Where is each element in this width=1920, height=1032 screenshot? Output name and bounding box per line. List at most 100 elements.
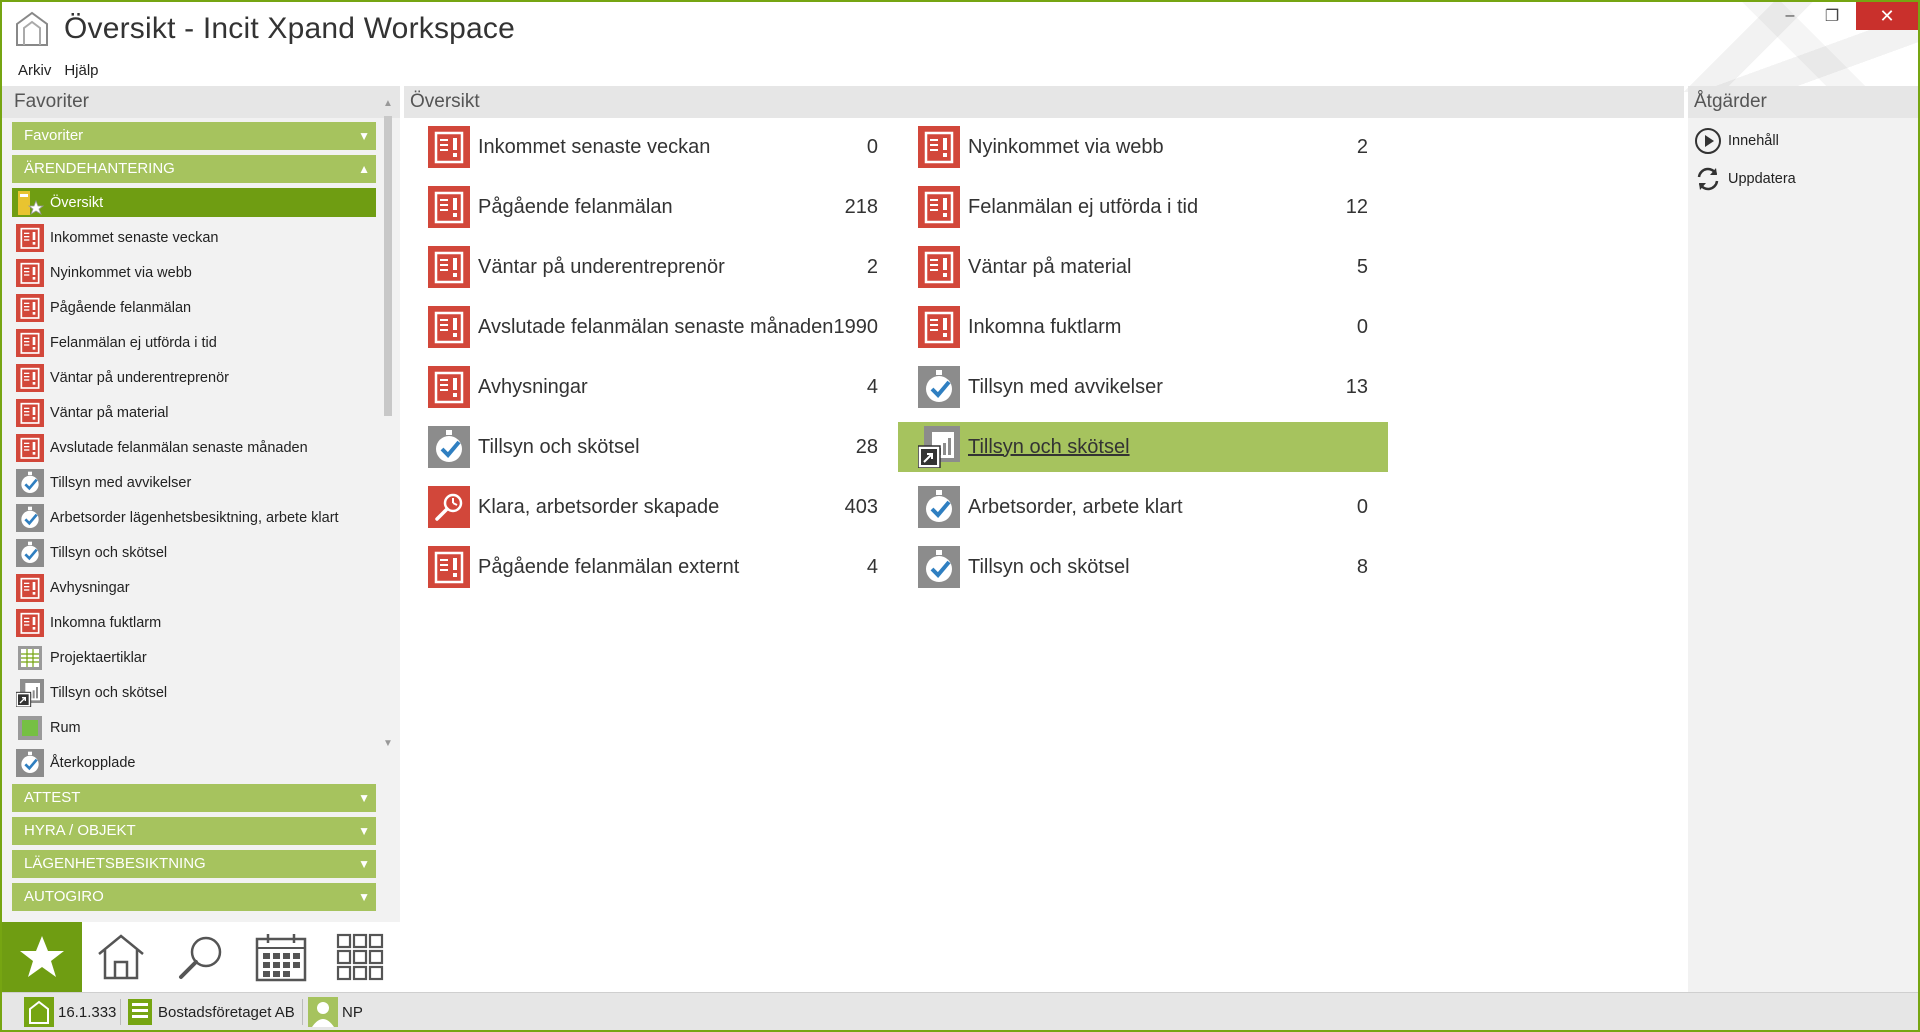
report-icon	[16, 398, 44, 427]
overview-tile[interactable]: Pågående felanmälan 218	[408, 182, 898, 232]
sidebar-item-label: Inkomna fuktlarm	[50, 614, 162, 631]
sidebar-item[interactable]: Projektaertiklar	[12, 640, 376, 675]
overview-header: Översikt	[404, 86, 1684, 118]
nav-scrollbar[interactable]: ▲ ▼	[382, 98, 394, 898]
refresh-icon	[1697, 167, 1719, 191]
sidebar-item[interactable]: Felanmälan ej utförda i tid	[12, 325, 376, 360]
sidebar-item[interactable]: Arbetsorder lägenhetsbesiktning, arbete …	[12, 500, 376, 535]
menu-arkiv[interactable]: Arkiv	[2, 58, 60, 84]
status-user[interactable]: NP	[308, 997, 363, 1027]
report-icon	[428, 546, 470, 588]
sidebar-item-label: Väntar på material	[50, 404, 169, 421]
group-header[interactable]: AUTOGIRO ▼	[12, 883, 376, 911]
overview-tile[interactable]: Tillsyn och skötsel	[898, 422, 1388, 472]
sidebar-item-label: Rum	[50, 719, 81, 736]
sidebar-item[interactable]: Avslutade felanmälan senaste månaden	[12, 430, 376, 465]
tile-count: 5	[1356, 256, 1368, 278]
status-company[interactable]: Bostadsföretaget AB	[126, 997, 295, 1027]
minimize-button[interactable]: –	[1770, 2, 1810, 30]
sidebar-item[interactable]: Väntar på underentreprenör	[12, 360, 376, 395]
overview-tile[interactable]: Tillsyn med avvikelser 13	[898, 362, 1388, 412]
menu-hjalp[interactable]: Hjälp	[60, 58, 107, 84]
tile-label: Nyinkommet via webb	[968, 135, 1164, 158]
sidebar-item[interactable]: Återkopplade	[12, 745, 376, 780]
report-icon	[428, 246, 470, 288]
sidebar-item[interactable]: Översikt	[12, 188, 376, 217]
overview-tile[interactable]: Pågående felanmälan externt 4	[408, 542, 898, 592]
report-icon	[16, 293, 44, 322]
overview-tile[interactable]: Felanmälan ej utförda i tid 12	[898, 182, 1388, 232]
tab-search[interactable]	[161, 922, 241, 992]
action-label: Innehåll	[1728, 133, 1779, 149]
tile-count: 8	[1356, 556, 1368, 578]
maximize-button[interactable]: ❐	[1812, 2, 1852, 30]
tab-home[interactable]	[82, 922, 162, 992]
actions-header: Åtgärder	[1688, 86, 1918, 118]
tile-label: Avslutade felanmälan senaste månaden	[478, 315, 834, 338]
group-label: HYRA / OBJEKT	[24, 822, 136, 839]
sidebar-item[interactable]: Pågående felanmälan	[12, 290, 376, 325]
close-button[interactable]: ✕	[1856, 2, 1918, 30]
group-header[interactable]: LÄGENHETSBESIKTNING ▼	[12, 850, 376, 878]
group-header[interactable]: HYRA / OBJEKT ▼	[12, 817, 376, 845]
tab-apps[interactable]	[320, 922, 400, 992]
overview-tile[interactable]: Inkomna fuktlarm 0	[898, 302, 1388, 352]
overview-tile[interactable]: Inkommet senaste veckan 0	[408, 122, 898, 172]
tile-label: Avhysningar	[478, 375, 588, 398]
overview-tile[interactable]: Väntar på material 5	[898, 242, 1388, 292]
tile-count: 28	[855, 436, 878, 458]
overview-tile[interactable]: Avslutade felanmälan senaste månaden 1990	[408, 302, 898, 352]
tile-label: Inkommet senaste veckan	[478, 135, 711, 158]
action-uppdatera[interactable]: Uppdatera	[1694, 164, 1796, 194]
tile-label: Tillsyn och skötsel	[968, 555, 1130, 578]
overview-tile[interactable]: Tillsyn och skötsel 8	[898, 542, 1388, 592]
tile-count: 2	[866, 256, 878, 278]
tile-label: Klara, arbetsorder skapade	[478, 495, 720, 518]
company-building-icon	[128, 999, 152, 1025]
chevron-down-icon: ▼	[358, 824, 370, 838]
status-bar: 16.1.333 Bostadsföretaget AB NP	[2, 992, 1918, 1030]
sidebar-item-label: Inkommet senaste veckan	[50, 229, 219, 246]
tile-count: 0	[866, 136, 878, 158]
sidebar-item[interactable]: Inkomna fuktlarm	[12, 605, 376, 640]
menu-bar: Arkiv Hjälp	[2, 58, 108, 84]
overview-tile[interactable]: Avhysningar 4	[408, 362, 898, 412]
sidebar-item-label: Arbetsorder lägenhetsbesiktning, arbete …	[50, 509, 339, 526]
action-innehall[interactable]: Innehåll	[1694, 126, 1779, 156]
scroll-down-arrow-icon[interactable]: ▼	[382, 738, 394, 750]
nav-groups-bottom: ATTEST ▼ HYRA / OBJEKT ▼ LÄGENHETSBESIKTNING…	[12, 784, 376, 911]
status-divider	[302, 999, 303, 1025]
scroll-up-arrow-icon[interactable]: ▲	[382, 98, 394, 110]
report-icon	[918, 246, 960, 288]
overview-tile[interactable]: Väntar på underentreprenör 2	[408, 242, 898, 292]
sidebar-item[interactable]: Rum	[12, 710, 376, 745]
overview-tile[interactable]: Nyinkommet via webb 2	[898, 122, 1388, 172]
overview-tile[interactable]: Tillsyn och skötsel 28	[408, 422, 898, 472]
nav-items: Översikt Inkommet senaste veckan Nyinkomme…	[12, 188, 376, 780]
tile-label: Väntar på material	[968, 255, 1132, 278]
sidebar-item[interactable]: Tillsyn och skötsel	[12, 675, 376, 710]
sidebar-item-label: Översikt	[50, 194, 104, 211]
favorites-star-icon	[19, 936, 64, 977]
overview-tile[interactable]: Arbetsorder, arbete klart 0	[898, 482, 1388, 532]
sidebar-item[interactable]: Tillsyn och skötsel	[12, 535, 376, 570]
overview-tile[interactable]: Klara, arbetsorder skapade 403	[408, 482, 898, 532]
group-arendehantering[interactable]: ÄRENDEHANTERING ▲	[12, 155, 376, 183]
tile-count: 0	[1356, 496, 1368, 518]
tab-favorites[interactable]	[2, 922, 82, 992]
tab-calendar[interactable]	[241, 922, 321, 992]
favorites-header: Favoriter	[2, 86, 400, 118]
sidebar-item[interactable]: Nyinkommet via webb	[12, 255, 376, 290]
search-icon	[178, 936, 222, 979]
group-favoriter[interactable]: Favoriter ▼	[12, 122, 376, 150]
sidebar-item[interactable]: Inkommet senaste veckan	[12, 220, 376, 255]
group-label: Favoriter	[24, 127, 84, 144]
sidebar-item[interactable]: Avhysningar	[12, 570, 376, 605]
sidebar-item[interactable]: Tillsyn med avvikelser	[12, 465, 376, 500]
group-header[interactable]: ATTEST ▼	[12, 784, 376, 812]
grid-icon	[337, 933, 384, 981]
sidebar-item[interactable]: Väntar på material	[12, 395, 376, 430]
inspection-icon	[918, 486, 960, 528]
scroll-thumb[interactable]	[384, 116, 392, 416]
window-title: Översikt - Incit Xpand Workspace	[64, 12, 516, 45]
